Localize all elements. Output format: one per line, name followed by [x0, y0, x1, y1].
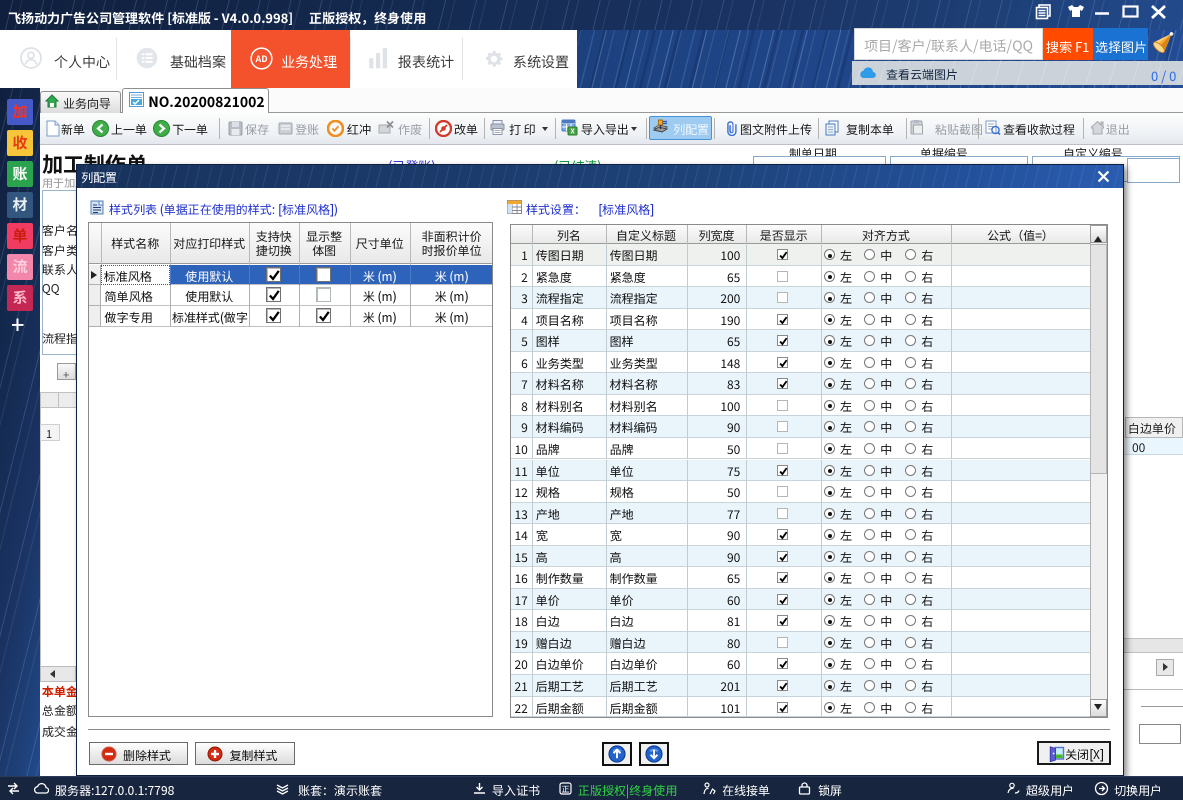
- svg-text:正: 正: [562, 784, 570, 795]
- svg-text:AD: AD: [254, 52, 268, 65]
- svg-text:X: X: [570, 126, 574, 136]
